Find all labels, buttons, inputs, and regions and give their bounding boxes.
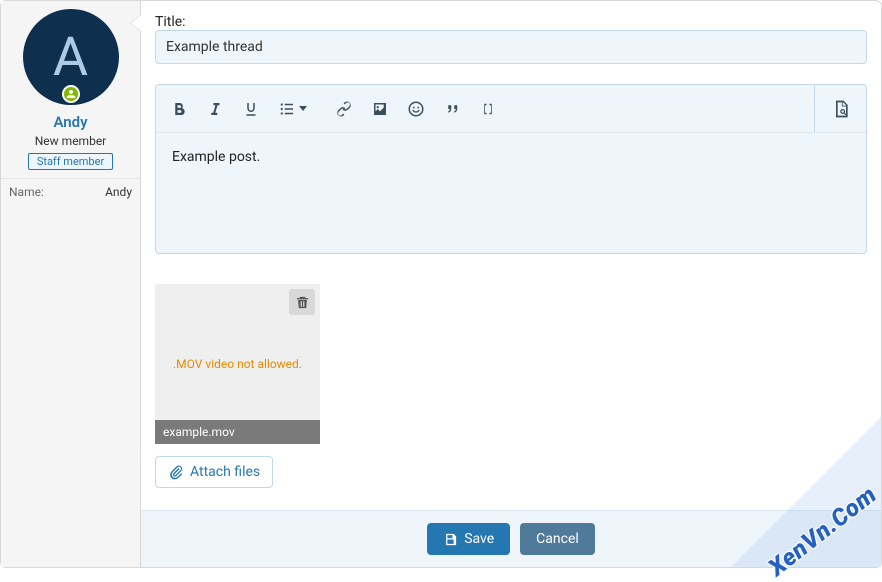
image-icon[interactable] bbox=[371, 100, 389, 118]
list-icon[interactable] bbox=[278, 100, 307, 118]
attachment-tile: .MOV video not allowed. example.mov bbox=[155, 284, 320, 444]
title-input[interactable] bbox=[155, 30, 867, 64]
user-sidebar: A Andy New member Staff member Name: And… bbox=[1, 1, 141, 567]
code-icon[interactable] bbox=[479, 100, 497, 118]
title-label: Title: bbox=[155, 14, 186, 30]
attach-files-label: Attach files bbox=[190, 464, 260, 480]
preview-button[interactable] bbox=[814, 85, 866, 132]
editor-toolbar bbox=[156, 85, 866, 133]
avatar-wrap: A bbox=[19, 9, 123, 105]
main-form: Title: bbox=[141, 1, 881, 567]
cancel-label: Cancel bbox=[536, 531, 579, 547]
staff-badge: Staff member bbox=[28, 153, 113, 170]
delete-attachment-button[interactable] bbox=[289, 289, 315, 315]
link-icon[interactable] bbox=[335, 100, 353, 118]
profile-field-value: Andy bbox=[105, 185, 132, 199]
bold-icon[interactable] bbox=[170, 100, 188, 118]
profile-field-label: Name: bbox=[9, 185, 44, 199]
italic-icon[interactable] bbox=[206, 100, 224, 118]
attachment-error: .MOV video not allowed. bbox=[165, 357, 310, 371]
underline-icon[interactable] bbox=[242, 100, 260, 118]
quote-icon[interactable] bbox=[443, 100, 461, 118]
attachment-filename: example.mov bbox=[155, 420, 320, 444]
form-footer: Save Cancel bbox=[141, 510, 881, 567]
user-title: New member bbox=[1, 134, 140, 148]
chevron-down-icon bbox=[299, 106, 307, 111]
attach-files-button[interactable]: Attach files bbox=[155, 456, 273, 488]
cancel-button[interactable]: Cancel bbox=[520, 523, 595, 555]
editor-textarea[interactable]: Example post. bbox=[156, 133, 866, 253]
emoji-icon[interactable] bbox=[407, 100, 425, 118]
username-link[interactable]: Andy bbox=[1, 113, 140, 131]
profile-field-name: Name: Andy bbox=[1, 178, 140, 199]
online-status-icon bbox=[62, 85, 80, 103]
attachments-area: .MOV video not allowed. example.mov Atta… bbox=[155, 284, 867, 488]
speech-pointer-icon bbox=[131, 15, 141, 31]
save-button[interactable]: Save bbox=[427, 523, 510, 555]
rich-text-editor: Example post. bbox=[155, 84, 867, 254]
save-label: Save bbox=[464, 531, 494, 547]
